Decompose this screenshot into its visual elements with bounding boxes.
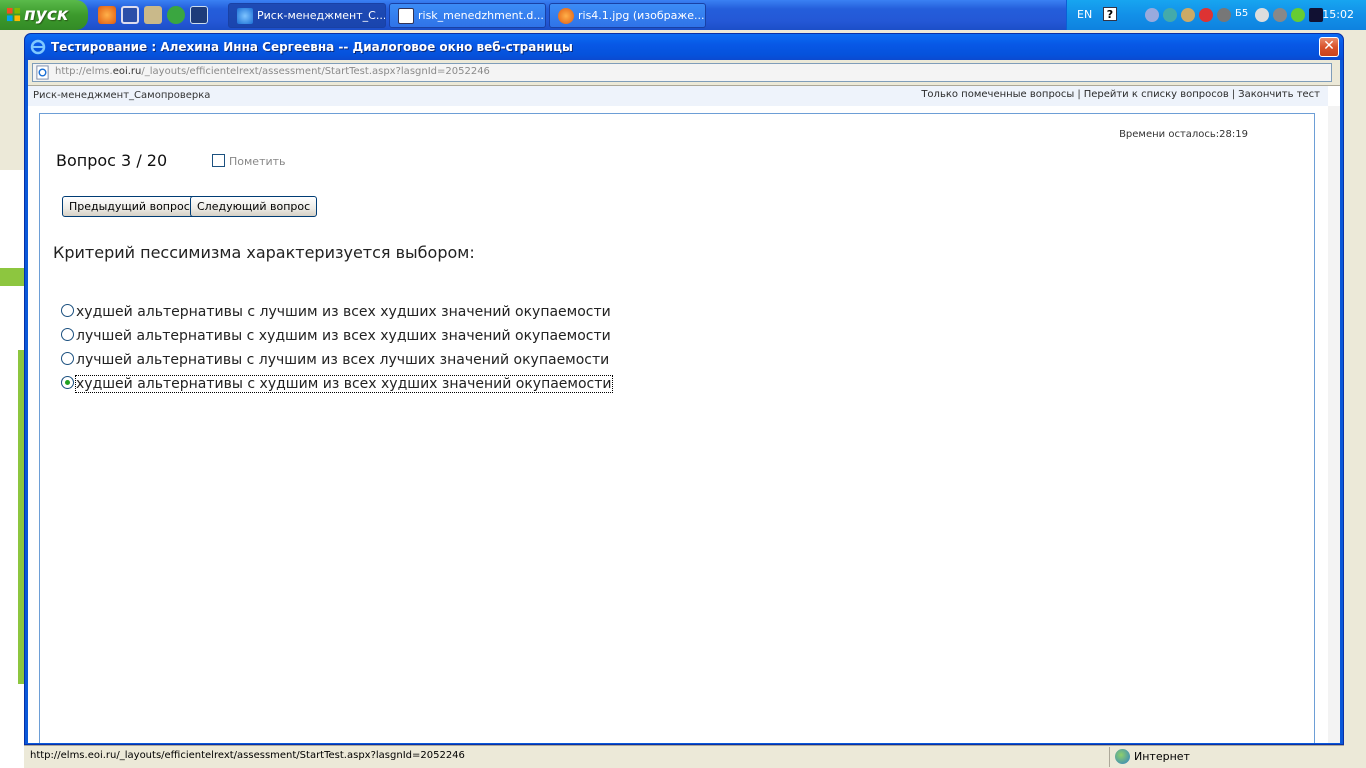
tray-owl-icon[interactable] xyxy=(1309,8,1323,22)
mark-question-checkbox[interactable]: Пометить xyxy=(212,154,286,168)
answer-option[interactable]: худшей альтернативы с лучшим из всех худ… xyxy=(61,304,611,322)
word-doc-icon xyxy=(398,8,414,24)
time-remaining: Времени осталось:28:19 xyxy=(1119,129,1248,140)
save-disk-icon[interactable] xyxy=(121,6,139,24)
hardware-icon[interactable] xyxy=(1273,8,1287,22)
security-zone: Интернет xyxy=(1109,747,1339,767)
taskbar: пуск Риск-менеджмент_С... risk_menedzhme… xyxy=(0,0,1366,30)
start-label: пуск xyxy=(24,5,69,25)
answer-option[interactable]: лучшей альтернативы с лучшим из всех луч… xyxy=(61,352,609,370)
address-bar: http://elms.eoi.ru/_layouts/efficientelr… xyxy=(28,60,1340,86)
ie-icon xyxy=(30,39,46,55)
question-number: Вопрос 3 / 20 xyxy=(56,151,168,170)
firefox-icon[interactable] xyxy=(98,6,116,24)
status-bar: http://elms.eoi.ru/_layouts/efficientelr… xyxy=(24,745,1344,768)
dialog-window: Тестирование : Алехина Инна Сергеевна --… xyxy=(24,33,1344,745)
dialog-titlebar[interactable]: Тестирование : Алехина Инна Сергеевна --… xyxy=(25,34,1343,60)
task-word-document[interactable]: risk_menedzhment.d... xyxy=(389,3,546,28)
globe-icon xyxy=(1115,749,1130,764)
vertical-scrollbar[interactable] xyxy=(1328,106,1340,743)
page-icon xyxy=(36,65,49,80)
finish-test-link[interactable]: Закончить тест xyxy=(1238,89,1320,100)
radio-button-selected[interactable] xyxy=(61,376,74,389)
dialog-content: http://elms.eoi.ru/_layouts/efficientelr… xyxy=(28,60,1340,743)
windows-flag-icon xyxy=(6,7,21,22)
question-list-link[interactable]: Перейти к списку вопросов xyxy=(1084,89,1229,100)
zone-label: Интернет xyxy=(1134,750,1190,763)
volume-icon[interactable] xyxy=(1255,8,1269,22)
tray-app-icon[interactable] xyxy=(1181,8,1195,22)
back-arrow-icon[interactable] xyxy=(1145,8,1159,22)
clock: 15:02 xyxy=(1322,8,1354,21)
utorrent-icon[interactable] xyxy=(167,6,185,24)
close-button[interactable]: ✕ xyxy=(1319,37,1339,57)
network-icon[interactable] xyxy=(1163,8,1177,22)
radio-button[interactable] xyxy=(61,352,74,365)
question-text: Критерий пессимизма характеризуется выбо… xyxy=(53,243,475,262)
previous-question-button[interactable]: Предыдущий вопрос xyxy=(62,196,197,217)
test-header: Риск-менеджмент_Самопроверка Только поме… xyxy=(28,86,1328,106)
address-field[interactable]: http://elms.eoi.ru/_layouts/efficientelr… xyxy=(32,63,1332,82)
tray-pen-icon[interactable] xyxy=(1291,8,1305,22)
header-links: Только помеченные вопросы | Перейти к спис… xyxy=(921,89,1320,100)
dialog-title: Тестирование : Алехина Инна Сергеевна --… xyxy=(51,40,573,54)
breadcrumb: Риск-менеджмент_Самопроверка xyxy=(33,90,211,101)
answer-option-selected[interactable]: худшей альтернативы с худшим из всех худ… xyxy=(61,375,613,394)
next-question-button[interactable]: Следующий вопрос xyxy=(190,196,318,217)
antivirus-icon[interactable] xyxy=(1199,8,1213,22)
status-url: http://elms.eoi.ru/_layouts/efficientelr… xyxy=(30,750,465,761)
radio-button[interactable] xyxy=(61,328,74,341)
start-button[interactable]: пуск xyxy=(0,0,88,30)
firefox-icon xyxy=(558,8,574,24)
utility-icon[interactable] xyxy=(144,6,162,24)
system-tray: EN ? Б5 15:02 xyxy=(1066,0,1366,30)
task-firefox-image[interactable]: ris4.1.jpg (изображе... xyxy=(549,3,706,28)
help-icon[interactable]: ? xyxy=(1103,7,1117,21)
language-indicator[interactable]: EN xyxy=(1077,8,1092,21)
radio-button[interactable] xyxy=(61,304,74,317)
test-page: Риск-менеджмент_Самопроверка Только поме… xyxy=(28,86,1340,743)
show-desktop-icon[interactable] xyxy=(190,6,208,24)
answer-option[interactable]: лучшей альтернативы с худшим из всех худ… xyxy=(61,328,611,346)
question-panel: Времени осталось:28:19 Вопрос 3 / 20 Пом… xyxy=(39,113,1315,743)
display-icon[interactable] xyxy=(1217,8,1231,22)
flagged-questions-link[interactable]: Только помеченные вопросы xyxy=(921,89,1074,100)
tray-indicator[interactable]: Б5 xyxy=(1235,8,1248,19)
checkbox[interactable] xyxy=(212,154,225,167)
ie-icon xyxy=(237,8,253,24)
task-ie-window[interactable]: Риск-менеджмент_С... xyxy=(228,3,386,28)
address-url: http://elms.eoi.ru/_layouts/efficientelr… xyxy=(55,66,490,77)
